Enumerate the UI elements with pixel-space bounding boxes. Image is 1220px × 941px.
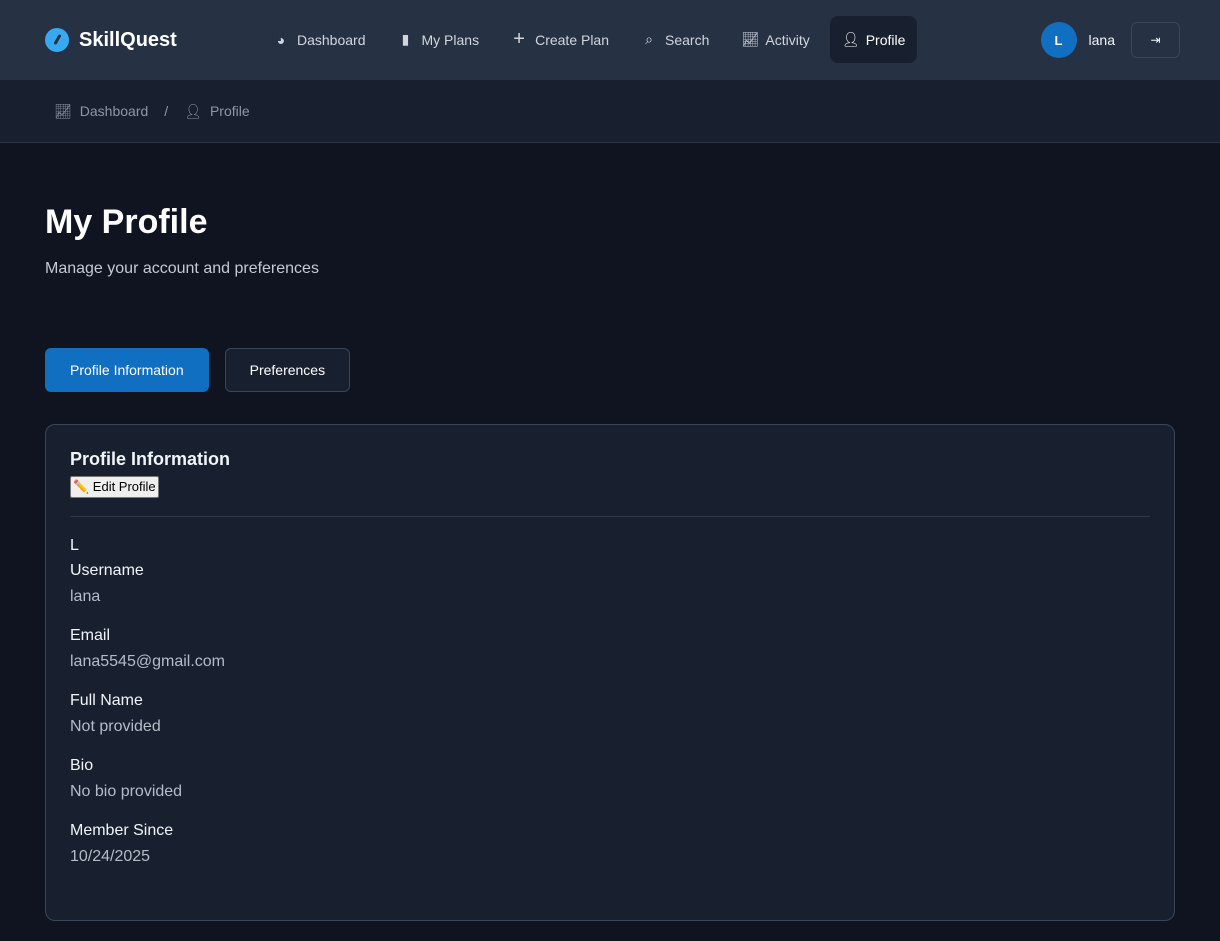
brand-name: SkillQuest <box>79 28 177 51</box>
nav-my-plans[interactable]: ▮ My Plans <box>386 16 492 63</box>
nav-label: Activity <box>765 31 810 48</box>
nav-label: Create Plan <box>535 31 610 48</box>
tab-profile-information[interactable]: Profile Information <box>45 348 209 392</box>
breadcrumb: 📈︎ Dashboard / 👤︎ Profile <box>0 80 1220 143</box>
field-value: No bio provided <box>70 783 183 800</box>
chart-line-icon: 📈︎ <box>741 31 760 47</box>
field-value: 10/24/2025 <box>70 848 151 865</box>
nav-label: Profile <box>865 31 906 48</box>
nav-profile[interactable]: 👤︎ Profile <box>829 16 918 63</box>
gauge-logo-icon <box>45 28 69 52</box>
nav-search[interactable]: ⌕ Search <box>629 16 721 63</box>
logout-button[interactable]: ⇥ <box>1131 22 1180 58</box>
gauge-icon: ◕ <box>276 31 286 48</box>
field-label: Username <box>70 562 144 579</box>
nav-activity[interactable]: 📈︎ Activity <box>729 16 821 63</box>
nav-label: My Plans <box>421 31 480 48</box>
avatar[interactable]: L <box>1040 22 1077 58</box>
field-member-since: Member Since 10/24/2025 <box>70 822 1150 866</box>
user-icon: 👤︎ <box>184 102 202 119</box>
tab-preferences[interactable]: Preferences <box>224 348 351 392</box>
brand-logo[interactable]: SkillQuest <box>45 28 177 52</box>
field-email: Email lana5545@gmail.com <box>70 627 1150 671</box>
nav-label: Search <box>665 31 710 48</box>
field-label: Bio <box>70 757 94 774</box>
field-value: lana5545@gmail.com <box>70 653 225 670</box>
breadcrumb-separator: / <box>164 103 169 119</box>
breadcrumb-dashboard[interactable]: Dashboard <box>80 103 149 119</box>
top-nav: SkillQuest ◕ Dashboard ▮ My Plans + Create … <box>0 0 1220 80</box>
divider <box>70 516 1150 517</box>
nav-create-plan[interactable]: + Create Plan <box>499 16 621 63</box>
page-title: My Profile <box>45 203 208 241</box>
page-subtitle: Manage your account and preferences <box>45 260 319 277</box>
field-value: Not provided <box>70 718 161 735</box>
edit-profile-button[interactable]: ✏️ Edit Profile <box>70 476 159 498</box>
search-icon: ⌕ <box>645 31 653 47</box>
nav-dashboard[interactable]: ◕ Dashboard <box>261 16 378 63</box>
field-label: Email <box>70 627 111 644</box>
field-full-name: Full Name Not provided <box>70 692 1150 736</box>
plus-icon: + <box>513 28 525 50</box>
nav-label: Dashboard <box>297 31 366 48</box>
field-label: Member Since <box>70 822 174 839</box>
chart-line-icon: 📈︎ <box>54 102 72 119</box>
card-title: Profile Information <box>70 449 231 469</box>
field-value: lana <box>70 588 101 605</box>
book-icon: ▮ <box>401 31 410 47</box>
breadcrumb-profile: Profile <box>209 103 250 119</box>
username: lana <box>1088 32 1115 48</box>
field-username: Username lana <box>70 562 1150 606</box>
sign-out-icon: ⇥ <box>1150 33 1161 47</box>
field-bio: Bio No bio provided <box>70 757 1150 801</box>
field-label: Full Name <box>70 692 143 709</box>
avatar-initial: L <box>70 537 79 554</box>
user-icon: 👤︎ <box>841 31 860 47</box>
profile-card: Profile Information ✏️ Edit Profile L Us… <box>45 424 1175 921</box>
